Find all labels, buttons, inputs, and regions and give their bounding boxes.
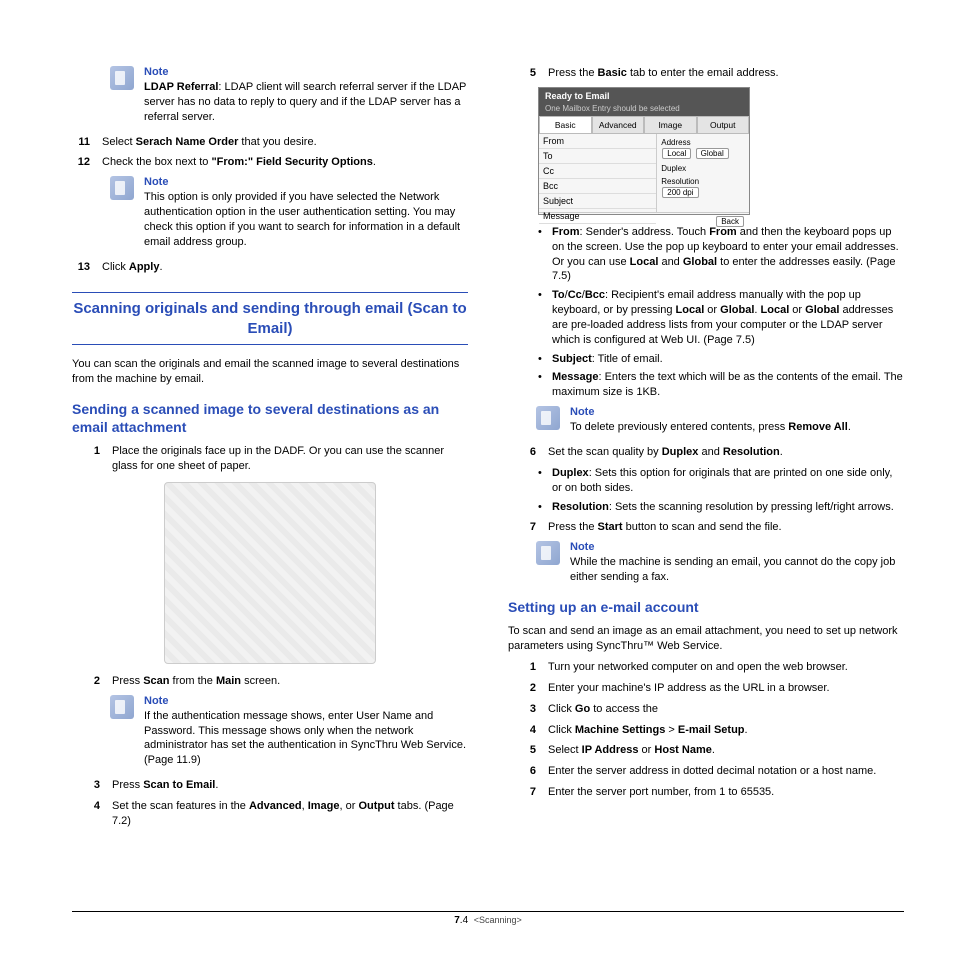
step-number: 1 [82, 444, 100, 474]
ss-tab-output[interactable]: Output [697, 116, 750, 134]
ss-dpi[interactable]: 200 dpi [662, 187, 698, 198]
step-number: 6 [518, 445, 536, 460]
ss-row-from[interactable]: From [539, 134, 656, 149]
note-step12: Note This option is only provided if you… [110, 176, 468, 249]
note-icon [110, 695, 134, 719]
section-title-scan-to-email: Scanning originals and sending through e… [72, 292, 468, 345]
ss-row-to[interactable]: To [539, 149, 656, 164]
note-remove-all: Note To delete previously entered conten… [536, 406, 904, 435]
step-number: 4 [82, 799, 100, 829]
page-number-minor: .4 [460, 915, 468, 926]
bullet-to-cc-bcc: • To/Cc/Bcc: Recipient's email address m… [538, 288, 904, 347]
email-step-6: 6Enter the server address in dotted deci… [508, 764, 904, 779]
note-text: While the machine is sending an email, y… [570, 555, 904, 585]
ss-fields: From To Cc Bcc Subject Message [539, 134, 657, 212]
subsection-email-account: Setting up an e-mail account [508, 599, 904, 617]
note-label: Note [144, 66, 468, 78]
note-icon [536, 406, 560, 430]
bullet-message: • Message: Enters the text which will be… [538, 370, 904, 400]
note-text: To delete previously entered contents, p… [570, 420, 851, 435]
email-step-1: 1Turn your networked computer on and ope… [508, 660, 904, 675]
ss-tab-image[interactable]: Image [644, 116, 697, 134]
substep-6: 6 Set the scan quality by Duplex and Res… [508, 445, 904, 460]
step-number: 11 [72, 135, 90, 150]
note-label: Note [570, 541, 904, 553]
step-number: 5 [518, 66, 536, 81]
step-12: 12 Check the box next to "From:" Field S… [72, 155, 468, 170]
ss-title: Ready to Email [539, 88, 749, 104]
substep-5: 5 Press the Basic tab to enter the email… [508, 66, 904, 81]
step-number: 12 [72, 155, 90, 170]
right-column: 5 Press the Basic tab to enter the email… [508, 60, 904, 835]
note-label: Note [570, 406, 851, 418]
step-number: 3 [518, 702, 536, 717]
note-sending: Note While the machine is sending an ema… [536, 541, 904, 585]
note-substep2: Note If the authentication message shows… [110, 695, 468, 768]
bullet-from: • From: Sender's address. Touch From and… [538, 225, 904, 284]
email-step-2: 2Enter your machine's IP address as the … [508, 681, 904, 696]
step-11: 11 Select Serach Name Order that you des… [72, 135, 468, 150]
subsection-sending-scanned: Sending a scanned image to several desti… [72, 401, 468, 436]
note-text: If the authentication message shows, ent… [144, 709, 468, 768]
footer-section: <Scanning> [474, 915, 522, 925]
email-step-3: 3Click Go to access the [508, 702, 904, 717]
bullet-subject: • Subject: Title of email. [538, 352, 904, 367]
ss-sidepanel: Address Local Global Duplex Resolution 2… [657, 134, 749, 212]
note-ldap-referral: Note LDAP Referral: LDAP client will sea… [110, 66, 468, 125]
left-column: Note LDAP Referral: LDAP client will sea… [72, 60, 468, 835]
substep-3: 3 Press Scan to Email. [72, 778, 468, 793]
ss-tab-basic[interactable]: Basic [539, 116, 592, 134]
document-page: Note LDAP Referral: LDAP client will sea… [0, 0, 954, 875]
ss-global-button[interactable]: Global [696, 148, 729, 159]
substep-7: 7 Press the Start button to scan and sen… [508, 520, 904, 535]
step-number: 4 [518, 723, 536, 738]
email-intro: To scan and send an image as an email at… [508, 624, 904, 654]
note-label: Note [144, 176, 468, 188]
note-icon [110, 66, 134, 90]
step-number: 6 [518, 764, 536, 779]
ss-row-subject[interactable]: Subject [539, 194, 656, 209]
ss-local-button[interactable]: Local [662, 148, 691, 159]
ss-row-bcc[interactable]: Bcc [539, 179, 656, 194]
ss-subtitle: One Mailbox Entry should be selected [539, 104, 749, 116]
step-number: 7 [518, 785, 536, 800]
step-number: 13 [72, 260, 90, 275]
step-number: 2 [518, 681, 536, 696]
email-step-4: 4Click Machine Settings > E-mail Setup. [508, 723, 904, 738]
ss-tabs: Basic Advanced Image Output [539, 116, 749, 134]
step-13: 13 Click Apply. [72, 260, 468, 275]
bullet-duplex: • Duplex: Sets this option for originals… [538, 466, 904, 496]
ss-row-cc[interactable]: Cc [539, 164, 656, 179]
ss-tab-advanced[interactable]: Advanced [592, 116, 645, 134]
step-number: 3 [82, 778, 100, 793]
step-number: 2 [82, 674, 100, 689]
note-icon [110, 176, 134, 200]
email-step-5: 5Select IP Address or Host Name. [508, 743, 904, 758]
section-intro: You can scan the originals and email the… [72, 357, 468, 387]
substep-1: 1 Place the originals face up in the DAD… [72, 444, 468, 474]
scanner-illustration [164, 482, 376, 664]
note-text: LDAP Referral: LDAP client will search r… [144, 80, 468, 125]
note-text: This option is only provided if you have… [144, 190, 468, 249]
step-number: 1 [518, 660, 536, 675]
page-footer: 7.4 <Scanning> [72, 911, 904, 926]
ss-row-message[interactable]: Message [539, 209, 656, 224]
bullet-resolution: • Resolution: Sets the scanning resoluti… [538, 500, 904, 515]
step-number: 5 [518, 743, 536, 758]
substep-4: 4 Set the scan features in the Advanced,… [72, 799, 468, 829]
note-label: Note [144, 695, 468, 707]
note-icon [536, 541, 560, 565]
step-number: 7 [518, 520, 536, 535]
substep-2: 2 Press Scan from the Main screen. [72, 674, 468, 689]
panel-screenshot: Ready to Email One Mailbox Entry should … [538, 87, 750, 215]
email-step-7: 7Enter the server port number, from 1 to… [508, 785, 904, 800]
